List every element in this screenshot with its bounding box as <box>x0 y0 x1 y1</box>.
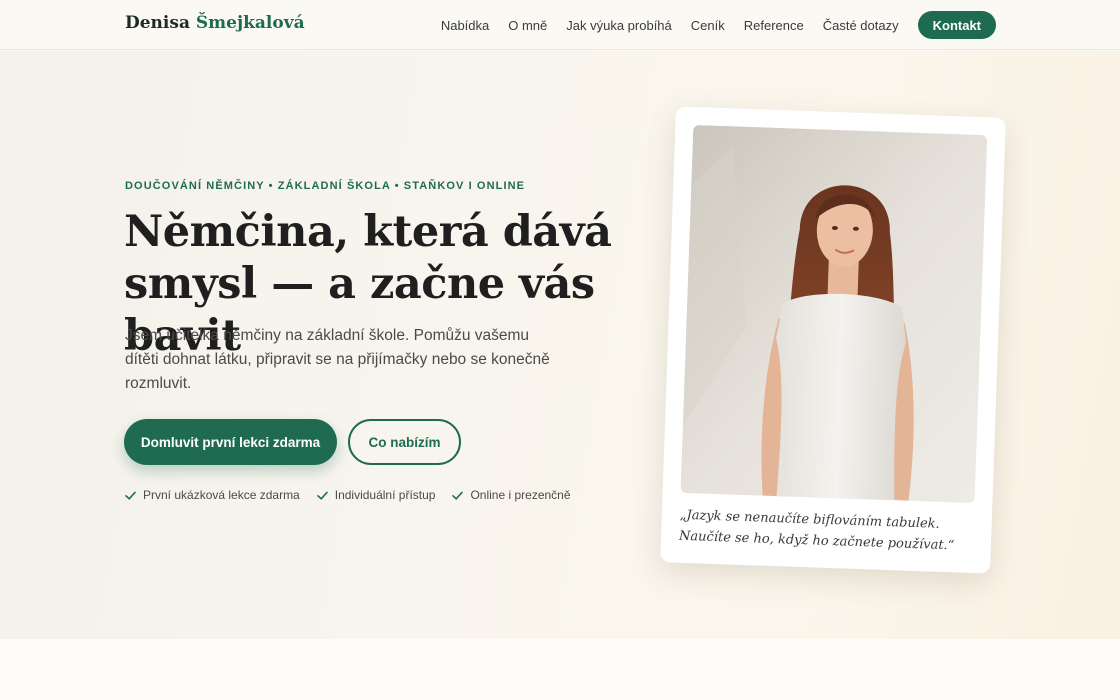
feature-list: První ukázková lekce zdarma Individuální… <box>124 488 587 502</box>
logo-first-name: Denisa <box>125 13 190 33</box>
nav-item-o-mne[interactable]: O mně <box>508 18 547 33</box>
check-icon <box>452 491 464 500</box>
feature-item: Online i prezenčně <box>451 488 571 502</box>
feature-item: První ukázková lekce zdarma <box>124 488 300 502</box>
logo-last-name: Šmejkalová <box>195 13 305 33</box>
nav-item-cenik[interactable]: Ceník <box>691 18 725 33</box>
site-header: Denisa Šmejkalová Nabídka O mně Jak výuk… <box>0 0 1120 50</box>
feature-label: Individuální přístup <box>334 488 436 502</box>
portrait-illustration <box>680 124 988 504</box>
nav-item-reference[interactable]: Reference <box>744 18 804 33</box>
feature-label: První ukázková lekce zdarma <box>143 488 300 502</box>
check-icon <box>125 491 136 500</box>
nav-item-nabidka[interactable]: Nabídka <box>441 18 489 33</box>
hero-lead: Jsem učitelka němčiny na základní škole.… <box>125 327 550 392</box>
feature-label: Online i prezenčně <box>470 488 571 502</box>
book-free-lesson-button[interactable]: Domluvit první lekci zdarma <box>124 419 337 465</box>
contact-button[interactable]: Kontakt <box>917 11 996 39</box>
feature-item: Individuální přístup <box>316 488 436 502</box>
teacher-portrait <box>680 124 988 504</box>
logo[interactable]: Denisa Šmejkalová <box>125 13 305 33</box>
next-section <box>0 639 1120 700</box>
nav-item-jak-vyuka-probiha[interactable]: Jak výuka probíhá <box>566 18 672 33</box>
check-icon <box>316 491 328 500</box>
main-nav: Nabídka O mně Jak výuka probíhá Ceník Re… <box>422 11 996 39</box>
offer-button[interactable]: Co nabízím <box>348 419 461 465</box>
hero-eyebrow: DOUČOVÁNÍ NĚMČINY • ZÁKLADNÍ ŠKOLA • STA… <box>125 180 526 192</box>
teacher-quote: „Jazyk se nenaučíte biflováním tabulek. … <box>678 507 955 554</box>
nav-item-caste-dotazy[interactable]: Časté dotazy <box>823 18 899 33</box>
photo-card: „Jazyk se nenaučíte biflováním tabulek. … <box>660 106 1006 574</box>
